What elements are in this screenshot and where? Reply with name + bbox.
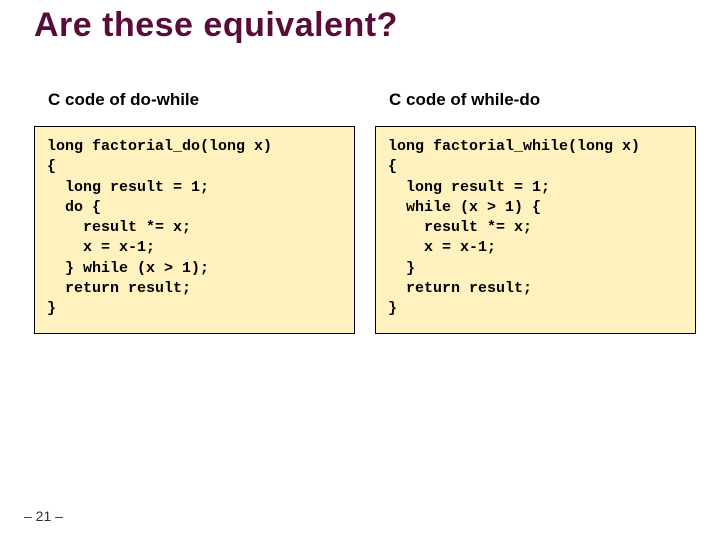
left-code-box: long factorial_do(long x) { long result … (34, 126, 355, 334)
page-number: – 21 – (24, 508, 63, 524)
right-column-label: C code of while-do (389, 90, 696, 110)
right-column: C code of while-do long factorial_while(… (375, 90, 696, 334)
slide-title: Are these equivalent? (34, 6, 398, 45)
right-code-box: long factorial_while(long x) { long resu… (375, 126, 696, 334)
slide: Are these equivalent? C code of do-while… (0, 0, 720, 540)
left-column-label: C code of do-while (48, 90, 355, 110)
right-code: long factorial_while(long x) { long resu… (388, 137, 683, 319)
left-column: C code of do-while long factorial_do(lon… (34, 90, 355, 334)
columns: C code of do-while long factorial_do(lon… (34, 90, 696, 334)
left-code: long factorial_do(long x) { long result … (47, 137, 342, 319)
